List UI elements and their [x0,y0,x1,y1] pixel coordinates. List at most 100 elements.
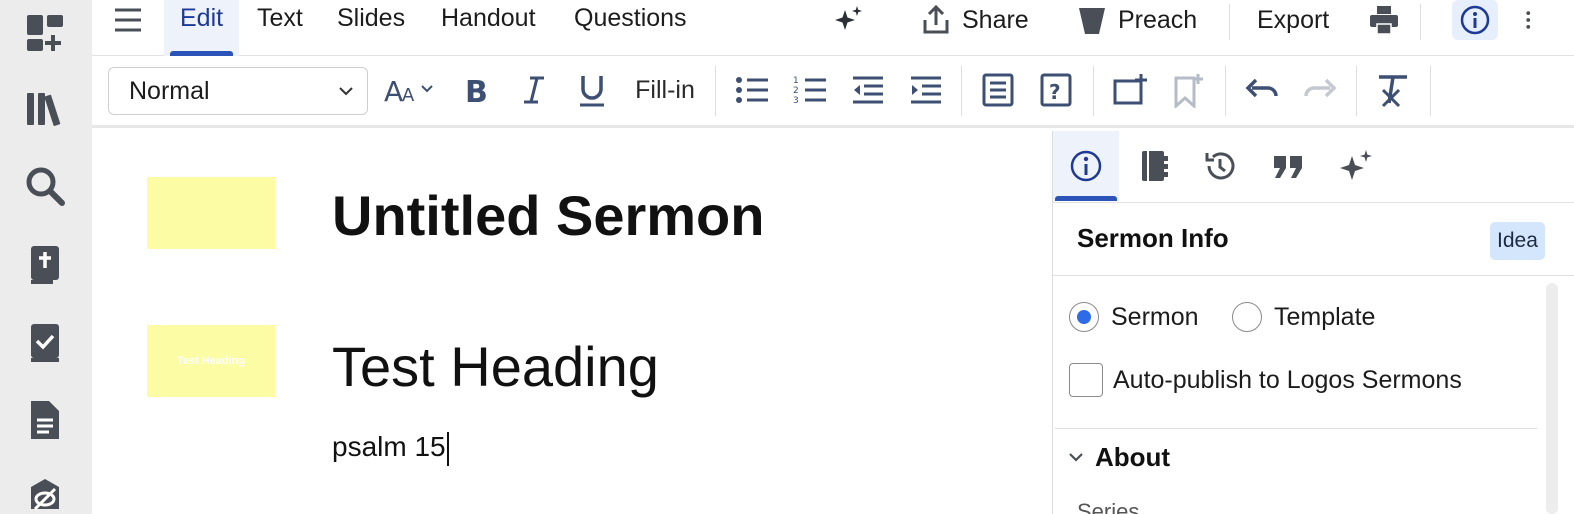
sermon-editor[interactable]: Untitled Sermon Test Heading Test Headin… [92,131,1052,514]
divider [961,66,962,116]
panel-tab-quotes[interactable] [1255,131,1321,201]
panel-tab-info[interactable] [1053,131,1119,201]
panel-header: Sermon Info Idea [1053,202,1574,276]
bullet-list-icon[interactable] [732,70,772,110]
svg-text:3: 3 [793,96,799,106]
tab-handout[interactable]: Handout [425,0,552,56]
add-slide-icon[interactable] [1110,70,1150,110]
tab-label: Questions [574,4,687,32]
bold-icon[interactable]: B [456,70,496,110]
radio-button[interactable] [1069,302,1099,332]
title-slide-thumbnail[interactable] [147,177,275,249]
quote-icon [1274,156,1302,178]
panel-scrollbar[interactable] [1546,283,1558,514]
divider [1055,428,1537,429]
sermon-info-panel: Sermon Info Idea Sermon Template Auto-pu… [1052,131,1574,514]
format-toolbar: Normal AA B Fill-in 123 ? [92,56,1574,128]
status-badge[interactable]: Idea [1490,222,1545,260]
paragraph-style-select[interactable]: Normal [108,67,368,115]
chevron-down-icon [339,87,353,96]
clear-format-icon[interactable] [1373,70,1413,110]
tab-questions[interactable]: Questions [558,0,703,56]
export-button[interactable]: Export [1257,0,1329,40]
history-icon [1205,152,1235,180]
sermon-title[interactable]: Untitled Sermon [332,183,764,248]
about-section-toggle[interactable]: About [1067,439,1170,475]
divider [1420,4,1421,40]
tab-slides[interactable]: Slides [321,0,421,56]
indent-icon[interactable] [906,70,946,110]
heading-slide-thumbnail[interactable]: Test Heading [147,325,275,397]
document-icon[interactable] [20,395,70,445]
divider [1093,66,1094,116]
svg-text:?: ? [1049,80,1061,104]
underline-icon[interactable] [572,70,612,110]
divider [1229,4,1230,40]
svg-text:A: A [402,85,415,106]
paragraph-style-value: Normal [129,76,210,105]
share-button[interactable]: Share [920,0,1029,40]
left-rail [0,0,92,514]
notes-icon[interactable] [978,70,1018,110]
text-caret [446,431,449,466]
divider [1225,66,1226,116]
print-icon[interactable] [1368,0,1400,40]
divider [715,66,716,116]
body-paragraph[interactable]: psalm 15 [332,431,449,466]
sparkle-icon [1340,150,1372,180]
radio-button[interactable] [1232,302,1262,332]
text-size-icon[interactable]: AA [382,70,440,110]
tab-text[interactable]: Text [241,0,319,56]
fill-in-label: Fill-in [635,75,695,104]
preach-label: Preach [1118,5,1198,34]
eye-slash-icon[interactable] [20,470,70,514]
preach-icon [1079,8,1105,34]
autopublish-checkbox[interactable] [1069,363,1103,397]
info-icon[interactable] [1452,0,1498,40]
panel-tab-notebook[interactable] [1121,131,1187,201]
bookmark-add-icon[interactable] [1168,70,1208,110]
question-icon[interactable]: ? [1036,70,1076,110]
library-icon[interactable] [20,84,70,134]
body-text: psalm 15 [332,431,446,462]
tab-label: Handout [441,4,536,32]
checklist-book-icon[interactable] [20,318,70,368]
tab-label: Text [257,4,303,32]
outdent-icon[interactable] [848,70,888,110]
svg-text:1: 1 [793,76,799,86]
italic-icon[interactable] [514,70,554,110]
about-label: About [1095,441,1171,472]
more-vertical-icon[interactable] [1522,0,1542,40]
info-icon [1070,150,1102,182]
thumbnail-label: Test Heading [176,355,246,367]
bible-icon[interactable] [20,240,70,290]
chevron-down-icon [1069,453,1083,462]
svg-text:B: B [465,75,488,108]
radio-label: Template [1274,302,1376,331]
numbered-list-icon[interactable]: 123 [790,70,830,110]
redo-icon[interactable] [1300,70,1340,110]
sparkle-icon[interactable] [832,0,864,40]
series-label: Series [1077,499,1140,514]
dashboard-add-icon[interactable] [20,8,70,58]
export-label: Export [1257,5,1330,34]
preach-button[interactable]: Preach [1076,0,1197,40]
panel-tab-history[interactable] [1187,131,1253,201]
radio-label: Sermon [1111,302,1199,331]
menu-icon[interactable] [110,3,146,37]
tab-edit[interactable]: Edit [164,0,240,56]
radio-template[interactable]: Template [1232,299,1375,335]
radio-sermon[interactable]: Sermon [1069,299,1199,335]
divider [1356,66,1357,116]
section-heading[interactable]: Test Heading [332,334,659,399]
undo-icon[interactable] [1242,70,1282,110]
notebook-icon [1142,151,1168,181]
fill-in-button[interactable]: Fill-in [630,70,700,110]
search-icon[interactable] [20,161,70,211]
panel-tab-ai[interactable] [1323,131,1389,201]
svg-text:A: A [384,75,403,108]
top-menu-bar: Edit Text Slides Handout Questions Share… [92,0,1574,56]
autopublish-label: Auto-publish to Logos Sermons [1113,365,1462,394]
autopublish-checkbox-row[interactable]: Auto-publish to Logos Sermons [1069,362,1462,398]
tab-label: Slides [337,4,406,32]
